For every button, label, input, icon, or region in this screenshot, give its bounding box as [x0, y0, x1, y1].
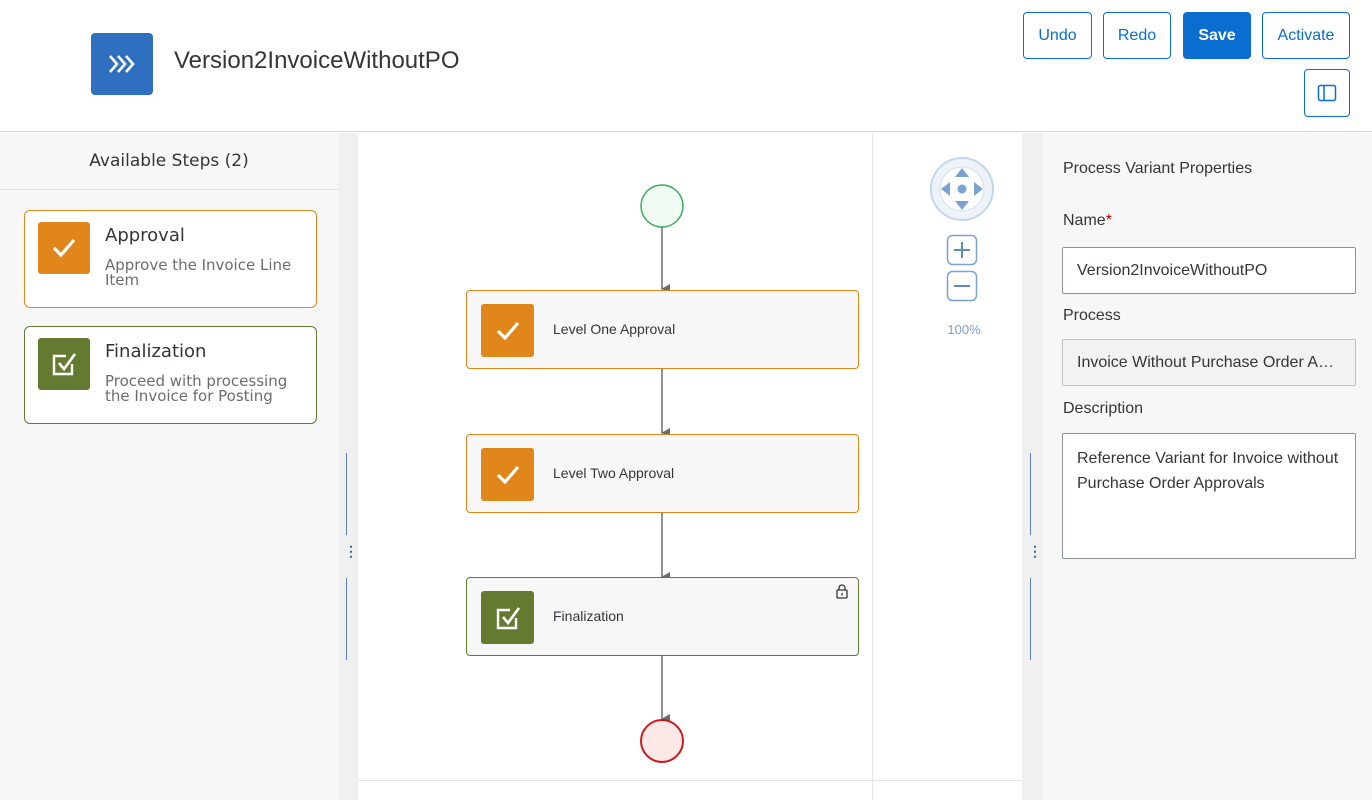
process-field-value: Invoice Without Purchase Order Approvals — [1077, 353, 1341, 371]
splitter-line — [346, 453, 347, 535]
node-label: Level One Approval — [553, 321, 676, 337]
approval-step-icon — [38, 222, 90, 274]
zoom-level: 100% — [947, 322, 981, 337]
required-indicator: * — [1105, 212, 1112, 229]
step-description: Approve the Invoice Line Item — [105, 256, 292, 289]
left-splitter[interactable]: ⋮ — [338, 133, 358, 800]
checkbox-check-icon — [496, 606, 520, 629]
flow-node-level-one-approval[interactable]: Level One Approval — [466, 290, 859, 369]
name-label-text: Name — [1063, 212, 1106, 229]
name-label: Name* — [1063, 212, 1112, 230]
splitter-grip-icon[interactable]: ⋮ — [344, 544, 358, 566]
app-icon — [91, 33, 153, 95]
node-label: Finalization — [553, 608, 624, 624]
flow-node-finalization[interactable]: Finalization — [466, 577, 859, 656]
canvas-divider — [872, 133, 873, 800]
splitter-line — [346, 578, 347, 660]
description-field[interactable]: Reference Variant for Invoice without Pu… — [1062, 433, 1356, 559]
header: Version2InvoiceWithoutPO Undo Redo Save … — [0, 0, 1372, 132]
process-label: Process — [1063, 307, 1121, 324]
checkbox-check-icon — [52, 353, 77, 376]
name-field-value: Version2InvoiceWithoutPO — [1077, 261, 1268, 279]
approval-step-icon — [481, 304, 534, 357]
right-splitter[interactable]: ⋮ — [1022, 133, 1042, 800]
undo-button[interactable]: Undo — [1023, 12, 1092, 59]
description-label: Description — [1063, 400, 1144, 417]
finalization-step-icon — [38, 338, 90, 390]
available-steps-title: Available Steps (2) — [0, 133, 338, 190]
flow-node-level-two-approval[interactable]: Level Two Approval — [466, 434, 859, 513]
checkmark-icon — [496, 465, 519, 484]
properties-panel: Process Variant Properties Name* Version… — [1042, 133, 1372, 800]
splitter-line — [1030, 453, 1031, 535]
step-name: Approval — [105, 225, 185, 246]
canvas-bottom-bar — [358, 780, 1022, 800]
save-button[interactable]: Save — [1183, 12, 1251, 59]
step-name: Finalization — [105, 341, 207, 362]
pan-control-icon[interactable] — [929, 156, 995, 222]
checkmark-icon — [52, 238, 76, 258]
chevrons-right-icon — [109, 55, 135, 73]
available-step-approval[interactable]: Approval Approve the Invoice Line Item — [24, 210, 317, 308]
finalization-step-icon — [481, 591, 534, 644]
side-panel-icon — [1317, 84, 1337, 102]
splitter-grip-icon[interactable]: ⋮ — [1028, 544, 1042, 566]
approval-step-icon — [481, 448, 534, 501]
toggle-side-panel-button[interactable] — [1304, 69, 1350, 117]
zoom-in-icon[interactable] — [946, 234, 978, 266]
zoom-out-icon[interactable] — [946, 270, 978, 302]
available-step-finalization[interactable]: Finalization Proceed with processing the… — [24, 326, 317, 424]
checkmark-icon — [496, 321, 519, 340]
splitter-line — [1030, 578, 1031, 660]
lock-icon — [836, 584, 848, 599]
node-label: Level Two Approval — [553, 465, 675, 481]
process-field: Invoice Without Purchase Order Approvals — [1062, 339, 1356, 386]
activate-button[interactable]: Activate — [1262, 12, 1350, 59]
available-steps-panel: Available Steps (2) Approval Approve the… — [0, 133, 338, 800]
name-field[interactable]: Version2InvoiceWithoutPO — [1062, 247, 1356, 294]
redo-button[interactable]: Redo — [1103, 12, 1171, 59]
page-title: Version2InvoiceWithoutPO — [174, 47, 460, 74]
step-description: Proceed with processing the Invoice for … — [105, 372, 288, 405]
properties-title: Process Variant Properties — [1063, 160, 1253, 177]
